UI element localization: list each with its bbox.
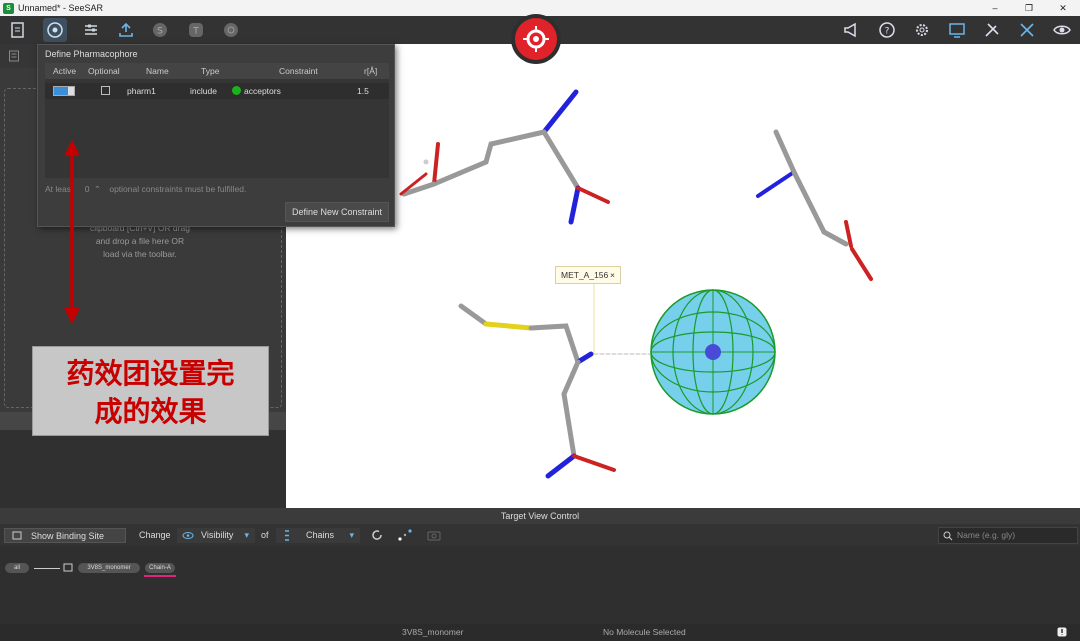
target-view-control-title: Target View Control [0,508,1080,524]
pharmacophore-icon[interactable] [43,18,67,42]
tools-icon[interactable] [982,20,1002,40]
gear-icon[interactable] [912,20,932,40]
col-type[interactable]: Type [201,66,219,76]
monitor-icon[interactable] [947,20,967,40]
dialog-title: Define Pharmacophore [45,49,138,59]
residue-label: MET_A_156 × [555,266,621,284]
row-constraint-label: acceptors [244,86,281,96]
eye-icon[interactable] [1052,20,1072,40]
minimize-button[interactable]: – [978,0,1012,16]
chain-tree: all 3V8S_monomer Chain-A [0,546,1080,624]
export-icon[interactable] [116,20,136,40]
svg-text:T: T [192,27,199,37]
table-header: Active Optional Name Type Constraint r[Å… [45,63,389,79]
row-radius[interactable]: 1.5 [357,86,369,96]
col-optional[interactable]: Optional [88,66,120,76]
close-button[interactable]: ✕ [1046,0,1080,16]
chains-label: Chains [306,530,335,540]
acceptor-dot-icon [232,86,241,95]
chain-highlight [144,575,176,577]
s-icon[interactable]: S [150,20,170,40]
scatter-icon[interactable] [398,529,412,541]
settings-outline-icon[interactable] [221,20,241,40]
residue-label-close-icon[interactable]: × [610,267,615,283]
seesar-logo [511,14,561,64]
of-label: of [261,530,269,540]
show-binding-site-button[interactable]: Show Binding Site Only [4,528,126,556]
chevron-down-icon: ▾ [349,530,354,540]
camera-icon[interactable] [427,529,441,541]
molecule-scene [399,89,873,479]
caption-line-2: 成的效果 [94,395,207,428]
chains-dropdown[interactable]: Chains ▾ [276,528,360,543]
double-arrow-icon [64,140,80,324]
svg-text:S: S [157,27,163,37]
table-row[interactable]: pharm1 include acceptors 1.5 [45,83,389,99]
target-view-toolbar: Show Binding Site Only Change Visibility… [0,524,1080,556]
change-label: Change [139,530,171,540]
reset-icon[interactable] [371,529,383,541]
status-molecule: 3V8S_monomer [402,627,464,637]
col-active[interactable]: Active [53,66,76,76]
seesar-app-icon: S [3,2,14,14]
row-name: pharm1 [127,86,156,96]
row-type[interactable]: include [190,86,217,96]
caption-box: 药效团设置完 成的效果 [32,346,269,436]
file-icon[interactable] [8,20,28,40]
drop-instructions: clipboard [Ctrl+V] OR drag and drop a fi… [90,223,190,259]
chain-icon [285,530,289,541]
help-icon[interactable]: ? [877,20,897,40]
t-icon[interactable]: T [186,20,206,40]
search-icon [943,531,953,541]
sliders-icon[interactable] [81,20,101,40]
spinner-arrows-icon[interactable]: ⌃ [94,184,101,194]
col-radius[interactable]: r[Å] [364,66,377,76]
optional-text: optional constraints must be fulfilled. [109,184,247,194]
residue-label-text: MET_A_156 [561,270,609,280]
define-new-constraint-button[interactable]: Define New Constraint [285,202,389,222]
tools-alt-icon[interactable] [1017,20,1037,40]
optional-checkbox[interactable] [101,86,110,95]
status-bar: 3V8S_monomer No Molecule Selected [0,624,1080,641]
tree-node-monomer[interactable]: 3V8S_monomer [78,563,140,573]
target-icon [523,26,549,52]
caption-line-1: 药效团设置完 [66,357,235,390]
restore-button[interactable]: ❐ [1012,0,1046,16]
col-name[interactable]: Name [146,66,169,76]
chevron-down-icon: ▾ [244,530,249,540]
notification-icon[interactable] [1057,627,1067,637]
status-selection: No Molecule Selected [603,627,686,637]
residue-search-input[interactable]: Name (e.g. gly) [938,527,1078,544]
tree-chain-a[interactable]: Chain-A [145,563,175,573]
megaphone-icon[interactable] [841,20,861,40]
tree-root-all[interactable]: all [5,563,29,573]
window-title: Unnamed* - SeeSAR [18,3,104,13]
molecule-viewport[interactable] [286,44,1080,508]
pharmacophore-table: Active Optional Name Type Constraint r[Å… [45,63,389,178]
active-toggle[interactable] [53,86,75,96]
pharmacophore-sphere[interactable] [650,289,776,415]
calculator-icon[interactable] [8,50,20,62]
at-least-spinner[interactable]: 0 [85,184,90,194]
eye-small-icon [182,532,194,539]
svg-text:?: ? [885,27,890,37]
visibility-dropdown[interactable]: Visibility ▾ [177,528,255,543]
row-constraint[interactable]: acceptors [232,86,281,96]
define-pharmacophore-dialog: Define Pharmacophore Active Optional Nam… [37,44,395,227]
visibility-label: Visibility [201,530,234,540]
structure-icon[interactable] [63,563,73,573]
tree-connector [34,568,60,569]
search-placeholder: Name (e.g. gly) [957,530,1016,540]
col-constraint[interactable]: Constraint [279,66,318,76]
binding-site-icon [12,531,22,540]
